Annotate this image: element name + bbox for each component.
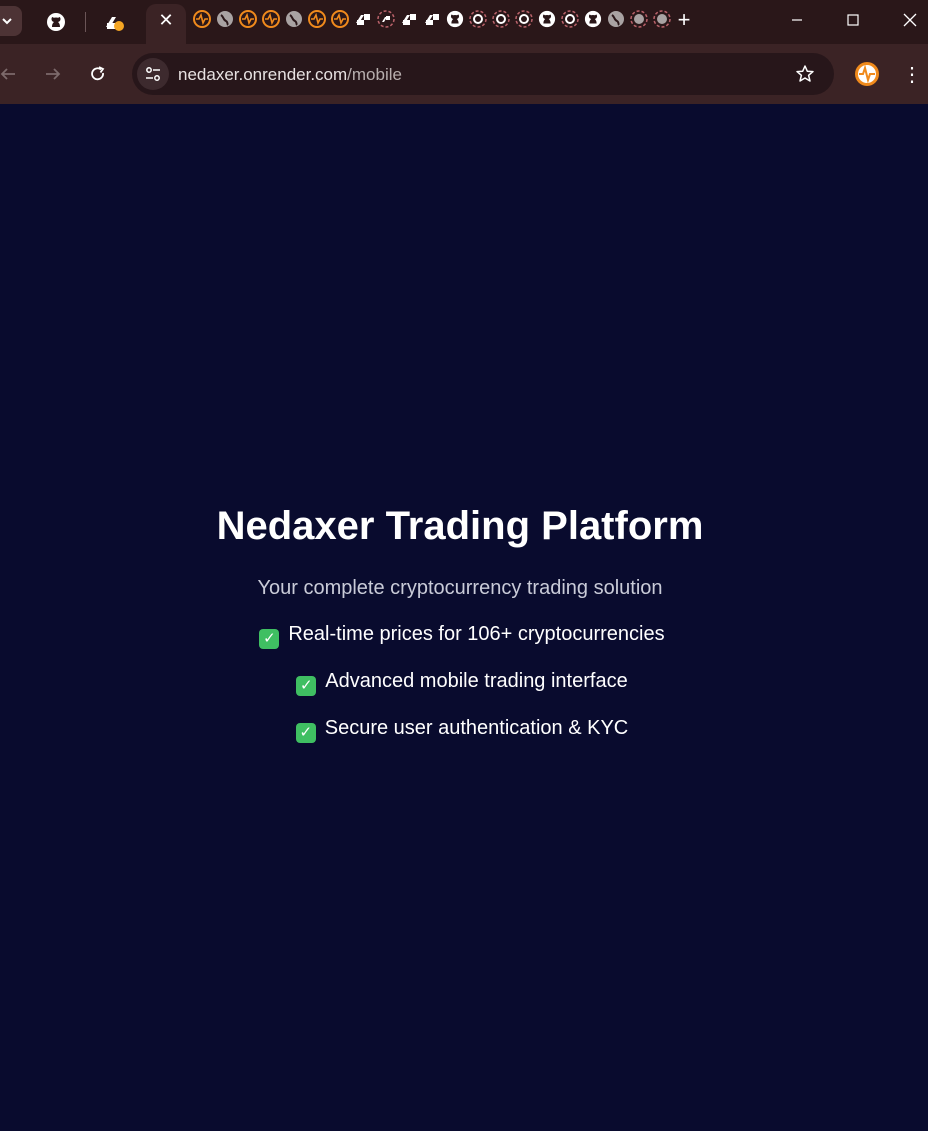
close-window-button[interactable] [890,4,928,36]
tab-search-chevron-icon[interactable] [0,6,22,36]
url-domain: nedaxer.onrender.com [178,65,348,84]
app-logo-icon [106,17,124,31]
feature-label: Real-time prices for 106+ cryptocurrenci… [288,623,665,645]
tab-nedaxer-icon[interactable] [191,8,213,30]
tab-github-icon[interactable] [444,8,466,30]
new-tab-button[interactable]: + [672,6,696,34]
tab-loading-icon[interactable] [375,8,397,30]
tab-app-icon[interactable] [398,8,420,30]
feature-item: ✓ Secure user authentication & KYC [0,717,924,743]
url-path: /mobile [347,65,402,84]
tab-loading-icon[interactable] [559,8,581,30]
tab-github[interactable] [42,8,70,36]
tab-nedaxer-icon[interactable] [329,8,351,30]
tab-loading-icon[interactable] [651,8,673,30]
tab-globe-icon[interactable] [283,8,305,30]
tab-loading-icon[interactable] [467,8,489,30]
page-title: Nedaxer Trading Platform [216,504,704,548]
active-tab[interactable]: ✕ [146,4,186,44]
minimize-button[interactable] [777,4,817,36]
tab-separator [85,12,86,32]
check-mark-icon: ✓ [295,723,316,743]
tab-globe-icon[interactable] [605,8,627,30]
star-icon [796,65,814,82]
tab-nedaxer-icon[interactable] [237,8,259,30]
tab-github-icon[interactable] [582,8,604,30]
feature-item: ✓ Real-time prices for 106+ cryptocurrenc… [0,623,924,649]
back-arrow-icon [0,68,15,80]
page-content: Nedaxer Trading Platform Your complete c… [0,104,928,1131]
github-icon [47,13,65,31]
tab-globe-icon[interactable] [214,8,236,30]
maximize-icon [847,14,859,26]
browser-chrome: ✕ + nedaxer.onrender.com/mobile ⋮ [0,0,928,104]
minimize-icon [792,19,802,21]
bookmark-star-button[interactable] [792,61,818,87]
browser-menu-button[interactable]: ⋮ [902,58,922,90]
tab-strip: ✕ + [0,0,928,44]
tab-loading-icon[interactable] [513,8,535,30]
tab-app[interactable] [100,8,128,36]
pinned-tab-list [191,8,673,32]
reload-button[interactable] [82,58,114,90]
tab-nedaxer-icon[interactable] [260,8,282,30]
forward-arrow-icon [46,68,61,80]
site-settings-button[interactable] [137,58,169,90]
nedaxer-extension-icon [855,62,879,86]
close-tab-icon[interactable]: ✕ [146,4,186,36]
feature-label: Secure user authentication & KYC [324,717,629,739]
tune-icon [146,67,160,81]
tab-loading-icon[interactable] [628,8,650,30]
tab-github-icon[interactable] [536,8,558,30]
check-mark-icon: ✓ [296,676,317,696]
maximize-button[interactable] [833,4,873,36]
close-icon [903,13,917,27]
check-mark-icon: ✓ [259,629,280,649]
tab-nedaxer-icon[interactable] [306,8,328,30]
extension-button[interactable] [852,59,882,89]
address-bar[interactable]: nedaxer.onrender.com/mobile [132,53,834,95]
page-subtitle: Your complete cryptocurrency trading sol… [257,577,663,599]
url-text[interactable]: nedaxer.onrender.com/mobile [178,65,402,85]
forward-button[interactable] [37,58,69,90]
tab-app-icon[interactable] [352,8,374,30]
reload-icon [91,66,105,81]
feature-label: Advanced mobile trading interface [325,670,628,692]
tab-app-icon[interactable] [421,8,443,30]
back-button[interactable] [0,58,24,90]
feature-item: ✓ Advanced mobile trading interface [0,670,924,696]
tab-loading-icon[interactable] [490,8,512,30]
